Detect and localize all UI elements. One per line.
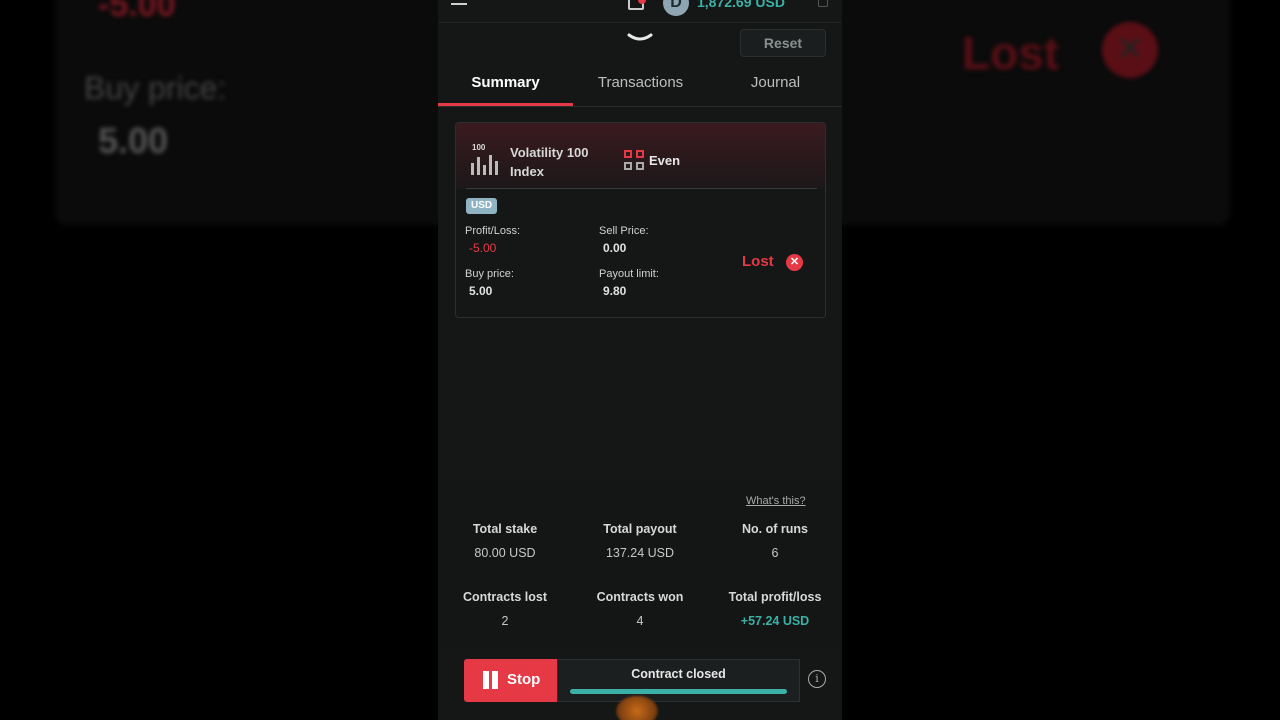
buy-price-label: Buy price: [465,268,514,280]
reset-button[interactable]: Reset [740,29,826,57]
background-loss-value: -5.00 [98,0,176,24]
notification-dot [638,0,646,4]
tab-journal[interactable]: Journal [708,62,842,106]
contract-card[interactable]: 100 Volatility 100 Index Even USD Profit… [455,122,826,318]
payout-limit-label: Payout limit: [599,268,659,280]
total-profit-label: Total profit/loss [728,590,822,604]
background-status: Lost [962,27,1060,79]
stop-label: Stop [507,671,541,688]
asset-name: Volatility 100 Index [510,145,589,179]
stop-button[interactable]: Stop [464,659,557,702]
payout-limit-value: 9.80 [603,284,627,298]
profit-loss-value: -5.00 [469,241,497,255]
total-profit-value: +57.24 USD [740,614,810,628]
even-trade-icon [624,150,646,172]
sell-price-label: Sell Price: [599,225,649,237]
pause-icon [483,671,499,689]
contracts-won-label: Contracts won [596,590,684,604]
tab-summary[interactable]: Summary [438,62,573,106]
chevron-down-icon[interactable] [627,31,653,45]
bottom-bar: Stop Contract closed i [438,648,842,720]
account-balance[interactable]: 1,872.69 USD [697,0,785,10]
drawer-header: Reset [438,22,842,62]
contract-status: Lost [742,253,774,270]
phone-screen: D 1,872.69 USD Reset Summary Transaction… [438,0,842,720]
total-stake-label: Total stake [472,522,538,536]
contract-closed-label: Contract closed [631,667,726,681]
lost-icon: ✕ [786,254,803,271]
menu-icon[interactable] [451,0,467,10]
volatility-index-icon: 100 [469,143,501,177]
total-payout-label: Total payout [603,522,677,536]
buy-price-value: 5.00 [469,284,493,298]
contracts-lost-label: Contracts lost [462,590,548,604]
info-icon[interactable]: i [808,670,826,688]
whats-this-link[interactable]: What's this? [746,495,806,507]
progress-bar [570,689,787,694]
total-payout-value: 137.24 USD [605,546,675,560]
total-stake-value: 80.00 USD [474,546,536,560]
contracts-won-value: 4 [636,614,644,628]
sell-price-value: 0.00 [603,241,627,255]
background-close-icon: ✕ [1102,22,1158,78]
runs-label: No. of runs [742,522,808,536]
currency-icon[interactable]: D [663,0,689,16]
summary-stats: What's this? Total stake 80.00 USD Total… [438,480,842,660]
progress-fill [570,689,787,694]
touch-indicator [616,696,658,720]
tab-transactions[interactable]: Transactions [573,62,708,106]
contracts-lost-value: 2 [501,614,509,628]
lock-icon [818,0,828,7]
background-buy-price-value: 5.00 [98,120,169,161]
background-buy-price-label: Buy price: [84,70,227,106]
trade-type: Even [649,153,681,168]
contract-status-box: Contract closed [557,659,800,702]
tab-bar: Summary Transactions Journal [438,62,842,107]
currency-badge: USD [466,198,498,214]
asset-tag: 100 [472,143,486,152]
top-bar: D 1,872.69 USD [438,0,842,22]
divider [466,188,817,189]
profit-loss-label: Profit/Loss: [465,225,521,237]
runs-value: 6 [771,546,779,560]
